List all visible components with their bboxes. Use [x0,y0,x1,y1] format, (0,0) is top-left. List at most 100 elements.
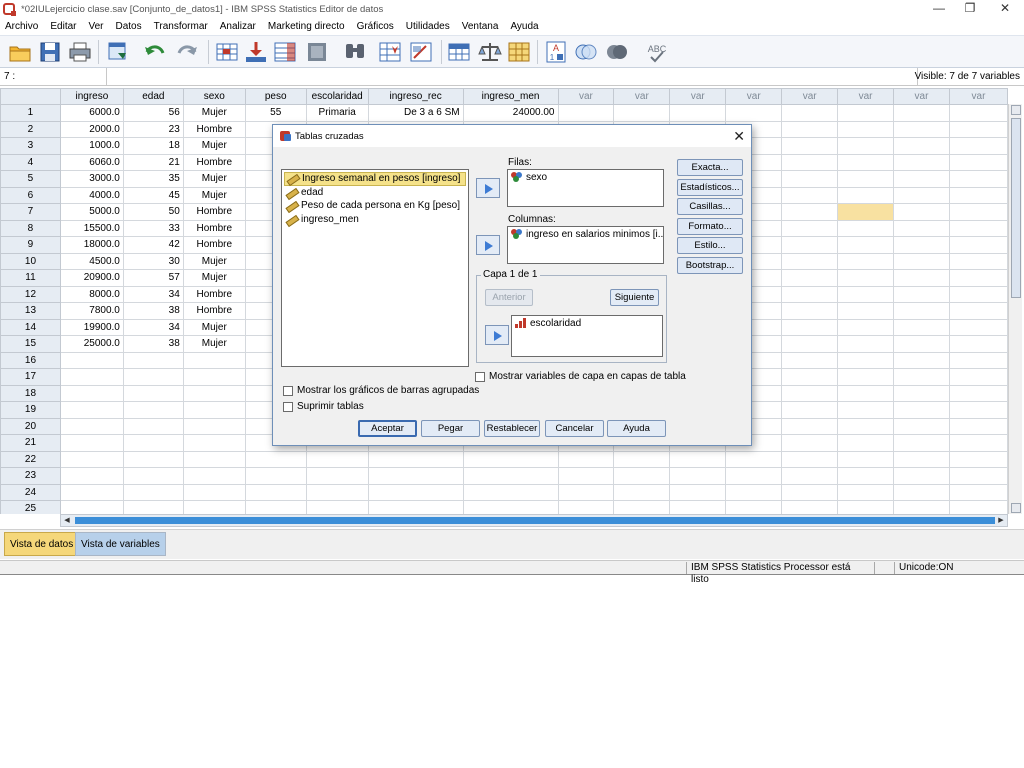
grid-cell[interactable] [948,285,1008,303]
grid-cell[interactable]: 3000.0 [59,170,124,188]
column-header[interactable]: var [837,88,895,105]
grid-cell[interactable] [781,434,839,452]
grid-cell[interactable] [948,483,1008,501]
grid-cell[interactable]: 4500.0 [59,252,124,270]
minimize-icon[interactable]: — [924,1,954,17]
grid-cell[interactable] [781,137,839,155]
show-all-icon[interactable] [605,40,629,64]
horizontal-scrollbar[interactable]: ◀ ▶ [60,514,1008,527]
grid-cell[interactable]: 56 [122,104,184,122]
grid-cell[interactable]: Hombre [182,153,246,171]
grid-cell[interactable] [948,450,1008,468]
variable-item-edad[interactable]: edad [284,186,466,200]
grid-cell[interactable] [122,450,184,468]
grid-cell[interactable] [781,236,839,254]
grid-cell[interactable] [613,450,671,468]
grid-cell[interactable] [669,500,727,514]
grid-cell[interactable] [182,483,246,501]
row-number[interactable]: 6 [0,186,61,204]
grid-cell[interactable] [781,351,839,369]
cancel-button[interactable]: Cancelar [545,420,604,437]
grid-cell[interactable] [781,120,839,138]
source-variable-list[interactable]: Ingreso semanal en pesos [ingreso] edad … [281,169,469,367]
grid-cell[interactable] [781,302,839,320]
grid-cell[interactable]: Mujer [182,318,246,336]
grid-cell[interactable]: 38 [122,302,184,320]
grid-cell[interactable]: 20900.0 [59,269,124,287]
row-number[interactable]: 8 [0,219,61,237]
paste-button[interactable]: Pegar [421,420,480,437]
format-button[interactable]: Formato... [677,218,743,235]
grid-cell[interactable]: 4000.0 [59,186,124,204]
grid-cell[interactable] [244,467,307,485]
column-header[interactable]: ingreso [59,88,124,105]
grid-cell[interactable] [557,500,615,514]
grid-cell[interactable] [893,170,950,188]
grid-cell[interactable]: Hombre [182,236,246,254]
grid-cell[interactable] [669,483,727,501]
grid-cell[interactable] [893,401,950,419]
grid-cell[interactable] [837,417,895,435]
column-header[interactable]: escolaridad [305,88,369,105]
grid-cell[interactable] [59,434,124,452]
grid-cell[interactable]: 24000.00 [462,104,559,122]
grid-cell[interactable] [893,351,950,369]
row-number[interactable]: 12 [0,285,61,303]
grid-cell[interactable] [837,351,895,369]
grid-cell[interactable] [893,285,950,303]
column-header[interactable]: var [781,88,839,105]
grid-cell[interactable] [948,500,1008,514]
menu-editar[interactable]: Editar [45,21,80,32]
grid-cell[interactable] [893,483,950,501]
print-icon[interactable] [68,40,92,64]
grid-cell[interactable] [122,500,184,514]
grid-cell[interactable] [59,450,124,468]
grid-cell[interactable] [893,302,950,320]
grid-cell[interactable] [948,137,1008,155]
grid-cell[interactable] [837,104,895,122]
grid-cell[interactable] [948,153,1008,171]
grid-cell[interactable] [837,384,895,402]
grid-cell[interactable] [182,417,246,435]
redo-icon[interactable] [175,40,199,64]
grid-cell[interactable] [781,335,839,353]
grid-cell[interactable]: 45 [122,186,184,204]
grid-cell[interactable] [948,203,1008,221]
menu-marketing[interactable]: Marketing directo [263,21,349,32]
grid-cell[interactable]: Hombre [182,203,246,221]
grid-cell[interactable] [613,483,671,501]
row-number[interactable]: 14 [0,318,61,336]
menu-utilidades[interactable]: Utilidades [401,21,454,32]
grid-cell[interactable] [781,203,839,221]
grid-cell[interactable] [669,450,727,468]
horizontal-scroll-thumb[interactable] [75,517,995,524]
grid-cell[interactable] [893,450,950,468]
column-header[interactable]: ingreso_men [462,88,559,105]
grid-cell[interactable] [59,401,124,419]
grid-cell[interactable] [182,450,246,468]
grid-cell[interactable]: 34 [122,318,184,336]
menu-analizar[interactable]: Analizar [215,21,260,32]
grid-cell[interactable]: Hombre [182,302,246,320]
grid-cell[interactable] [837,368,895,386]
grid-cell[interactable]: 35 [122,170,184,188]
grid-cell[interactable] [893,120,950,138]
grid-cell[interactable]: Mujer [182,137,246,155]
help-button[interactable]: Ayuda [607,420,666,437]
variable-item-peso[interactable]: Peso de cada persona en Kg [peso] [284,199,466,213]
menu-ventana[interactable]: Ventana [457,21,503,32]
grid-cell[interactable]: 38 [122,335,184,353]
grid-cell[interactable]: Primaria [305,104,369,122]
column-header[interactable]: var [893,88,950,105]
grid-cell[interactable]: 1000.0 [59,137,124,155]
grid-cell[interactable] [182,351,246,369]
grid-cell[interactable] [893,269,950,287]
row-number[interactable]: 2 [0,120,61,138]
find-icon[interactable] [343,40,367,64]
grid-cell[interactable]: 23 [122,120,184,138]
grid-cell[interactable] [893,104,950,122]
grid-cell[interactable]: Mujer [182,335,246,353]
grid-cell[interactable]: 25000.0 [59,335,124,353]
grid-cell[interactable] [59,384,124,402]
grid-cell[interactable] [948,120,1008,138]
